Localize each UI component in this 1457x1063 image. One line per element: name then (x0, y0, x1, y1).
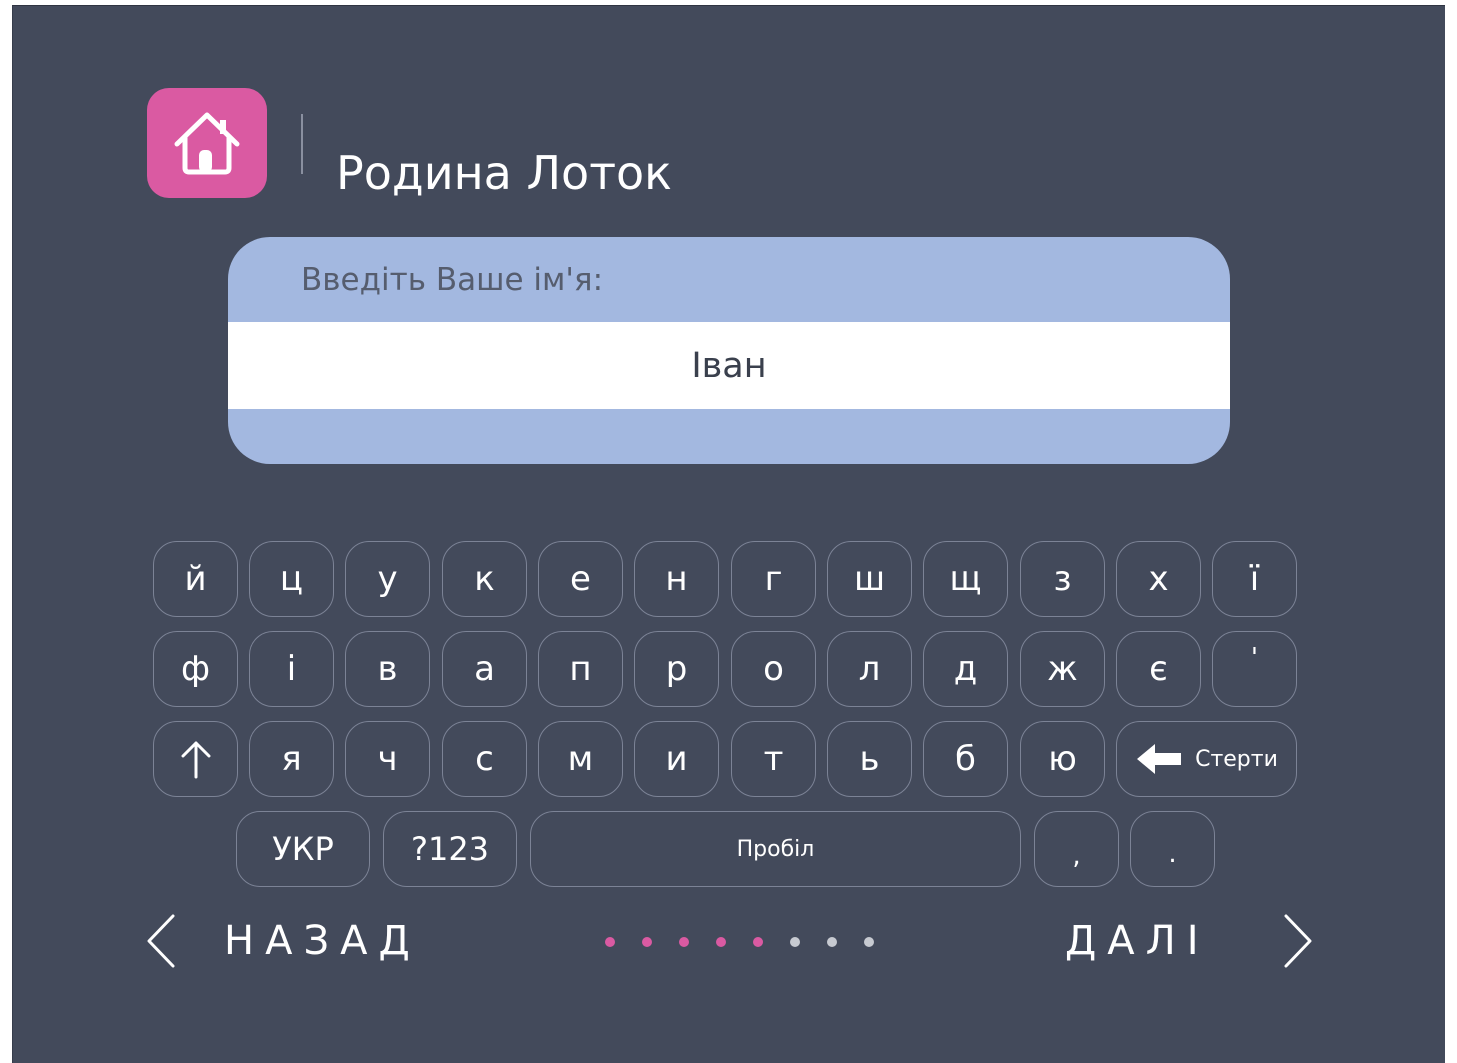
step-dot (864, 937, 874, 947)
step-dot-active (716, 937, 726, 947)
key-letter[interactable]: в (345, 631, 430, 707)
step-dot (827, 937, 837, 947)
key-letter[interactable]: а (442, 631, 527, 707)
key-letter[interactable]: ї (1212, 541, 1297, 617)
key-letter[interactable]: р (634, 631, 719, 707)
step-indicator (605, 935, 901, 949)
step-dot-active (605, 937, 615, 947)
step-dot-active (642, 937, 652, 947)
key-letter[interactable]: н (634, 541, 719, 617)
key-letter[interactable]: щ (923, 541, 1008, 617)
backspace-key[interactable]: Стерти (1116, 721, 1297, 797)
period-key[interactable]: . (1130, 811, 1215, 887)
back-button[interactable]: НАЗАД (143, 906, 421, 976)
key-letter[interactable]: ч (345, 721, 430, 797)
name-input-card: Введіть Ваше ім'я: (228, 237, 1230, 464)
key-letter[interactable]: й (153, 541, 238, 617)
shift-key[interactable] (153, 721, 238, 797)
step-dot-active (679, 937, 689, 947)
key-letter[interactable]: ю (1020, 721, 1105, 797)
key-letter[interactable]: д (923, 631, 1008, 707)
key-letter[interactable]: б (923, 721, 1008, 797)
step-dot-active (753, 937, 763, 947)
key-letter[interactable]: ж (1020, 631, 1105, 707)
key-letter[interactable]: м (538, 721, 623, 797)
numbers-key[interactable]: ?123 (383, 811, 517, 887)
chevron-left-icon (147, 914, 175, 968)
key-letter[interactable]: с (442, 721, 527, 797)
key-letter[interactable]: є (1116, 631, 1201, 707)
arrow-left-icon (1137, 744, 1182, 774)
key-letter[interactable]: ь (827, 721, 912, 797)
key-letter[interactable]: ц (249, 541, 334, 617)
key-letter[interactable]: у (345, 541, 430, 617)
key-letter[interactable]: х (1116, 541, 1201, 617)
language-key[interactable]: УКР (236, 811, 370, 887)
home-icon (174, 112, 240, 175)
key-apostrophe[interactable]: ' (1212, 631, 1297, 707)
key-letter[interactable]: з (1020, 541, 1105, 617)
key-letter[interactable]: и (634, 721, 719, 797)
key-letter[interactable]: о (731, 631, 816, 707)
key-letter[interactable]: я (249, 721, 334, 797)
space-key[interactable]: Пробіл (530, 811, 1021, 887)
arrow-up-icon (181, 741, 210, 779)
key-letter[interactable]: к (442, 541, 527, 617)
name-input[interactable] (228, 322, 1230, 409)
header-divider (301, 114, 303, 174)
key-letter[interactable]: г (731, 541, 816, 617)
home-app-icon (147, 88, 267, 198)
key-letter[interactable]: л (827, 631, 912, 707)
chevron-right-icon (1284, 914, 1311, 968)
screen: Родина Лоток Введіть Ваше ім'я: й ц у к … (12, 5, 1445, 1063)
page-title: Родина Лоток (336, 145, 672, 200)
key-letter[interactable]: е (538, 541, 623, 617)
name-prompt: Введіть Ваше ім'я: (301, 262, 604, 298)
step-dot (790, 937, 800, 947)
key-letter[interactable]: ш (827, 541, 912, 617)
key-letter[interactable]: і (249, 631, 334, 707)
next-button[interactable]: ДАЛІ (1065, 906, 1316, 976)
key-letter[interactable]: п (538, 631, 623, 707)
key-letter[interactable]: ф (153, 631, 238, 707)
comma-key[interactable]: , (1034, 811, 1119, 887)
key-letter[interactable]: т (731, 721, 816, 797)
